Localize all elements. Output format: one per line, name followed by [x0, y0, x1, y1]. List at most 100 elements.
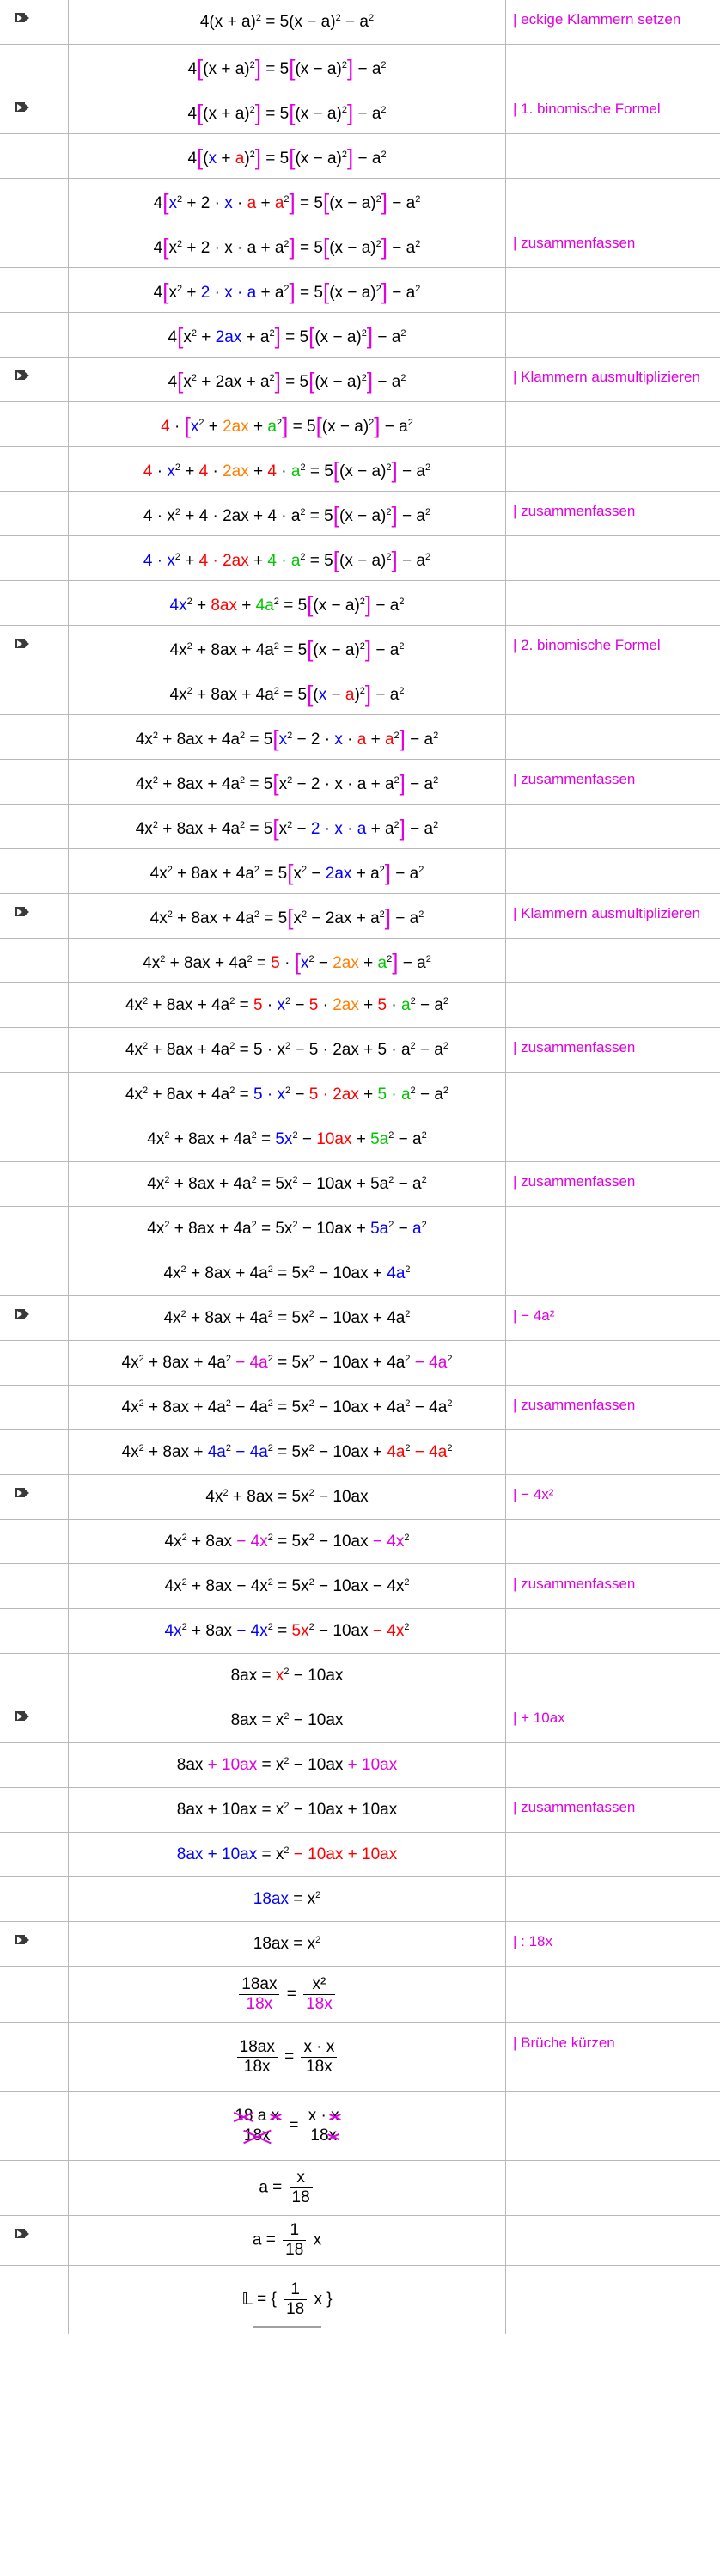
- equation: 18ax 18x = x · x 18x: [235, 2038, 340, 2077]
- term: − 2 ·: [292, 731, 335, 749]
- term: 10ax: [316, 1129, 352, 1148]
- step-row: 8ax + 10ax = x2 − 10ax + 10ax | zusammenf…: [0, 1788, 720, 1833]
- term: a =: [252, 2230, 281, 2249]
- step-row: 18 a x 18x = x · x 18x: [0, 2092, 720, 2161]
- term: x: [277, 995, 285, 1014]
- equation-cell: 4x2 + 8ax − 4x2 = 5x2 − 10ax − 4x2: [69, 1609, 505, 1653]
- term: = 5x: [272, 1353, 309, 1372]
- term: 5x: [291, 1621, 309, 1640]
- button-cell: [0, 1207, 69, 1251]
- denominator: 18x: [308, 2126, 339, 2145]
- bracket: [: [162, 189, 169, 215]
- term: = 5: [278, 597, 308, 615]
- button-cell: [0, 536, 69, 580]
- term: x²: [312, 1975, 326, 1993]
- term: − a: [373, 328, 401, 346]
- step-button[interactable]: [15, 12, 29, 28]
- step-button[interactable]: [15, 638, 29, 653]
- step-button[interactable]: [15, 2228, 29, 2243]
- comment-cell: [505, 1117, 720, 1161]
- term: 4x: [121, 1398, 139, 1416]
- term: −: [314, 954, 333, 972]
- exponent: 2: [400, 328, 406, 339]
- term: + 8ax +: [143, 1442, 208, 1461]
- icon-arrow-tip: [24, 14, 29, 22]
- step-button[interactable]: [15, 1710, 29, 1726]
- equation-cell: 4[(x + a)2] = 5[(x − a)2] − a2: [69, 45, 505, 89]
- equation: 8ax + 10ax = x2 − 10ax + 10ax: [177, 1801, 398, 1820]
- step-button[interactable]: [15, 101, 29, 117]
- comment-cell: [505, 1520, 720, 1563]
- term: a: [384, 731, 394, 749]
- term: = 5x: [256, 1219, 293, 1238]
- step-comment: | zusammenfassen: [513, 503, 636, 519]
- term: =: [235, 995, 253, 1014]
- term: + 10ax: [203, 1755, 258, 1774]
- exponent: 2: [442, 995, 449, 1007]
- term: − a: [415, 1040, 443, 1059]
- button-cell: [0, 1073, 69, 1117]
- step-comment: | − 4a²: [513, 1307, 555, 1324]
- bracket: ]: [274, 368, 281, 394]
- term: − 4x: [232, 1532, 268, 1551]
- bracket: ]: [364, 681, 372, 707]
- equation: 4[(x + a)2] = 5[(x − a)2] − a2: [187, 53, 386, 81]
- comment-cell: | 2. binomische Formel: [505, 626, 720, 670]
- term: 5: [253, 995, 263, 1014]
- term: = 5(x − a): [260, 12, 336, 31]
- term: − 2 · x · a + a: [292, 775, 394, 793]
- term: (x − a): [339, 552, 387, 570]
- comment-cell: | zusammenfassen: [505, 1564, 720, 1608]
- equation-cell: 18ax = x2: [69, 1922, 505, 1966]
- icon-arrow-tip: [24, 103, 29, 112]
- equation: 4x2 + 8ax + 4a2 = 5 · x2 − 5 · 2ax + 5 ·…: [125, 1041, 448, 1060]
- term: = 5x: [272, 1398, 309, 1416]
- step-row: 4x2 + 8ax = 5x2 − 10ax | − 4x²: [0, 1475, 720, 1520]
- comment-cell: | zusammenfassen: [505, 1386, 720, 1429]
- step-button[interactable]: [15, 1934, 29, 1949]
- term: − 10ax + 5a: [297, 1174, 389, 1193]
- button-cell: [0, 0, 69, 44]
- button-cell: [0, 89, 69, 133]
- comment-cell: [505, 805, 720, 848]
- step-arrow-icon: [15, 906, 29, 917]
- bracket: [: [289, 144, 296, 170]
- term: + 8ax + 4a: [165, 954, 247, 972]
- step-row: 4x2 + 8ax + 4a2 = 5 · [x2 − 2ax + a2] − …: [0, 939, 720, 983]
- icon-arrow: [17, 15, 22, 21]
- bracket: [: [289, 55, 296, 81]
- equation-cell: 4x2 + 8ax − 4x2 = 5x2 − 10ax − 4x2: [69, 1564, 505, 1608]
- term: + 8ax + 4a: [192, 686, 274, 704]
- equation-cell: 4x2 + 8ax + 4a2 = 5 · [x2 − 2ax + a2] − …: [69, 939, 505, 982]
- comment-cell: [505, 2266, 720, 2334]
- step-button[interactable]: [15, 1308, 29, 1324]
- term: (x − a): [314, 373, 362, 391]
- term: (x − a): [321, 418, 369, 436]
- icon-arrow: [17, 372, 22, 379]
- term: − 4x: [368, 1532, 405, 1551]
- term: + 8ax + 4a: [172, 909, 254, 927]
- button-cell: [0, 1028, 69, 1072]
- comment-cell: [505, 447, 720, 491]
- equation: 4x2 + 8ax − 4x2 = 5x2 − 10ax − 4x2: [165, 1533, 410, 1551]
- step-button[interactable]: [15, 906, 29, 921]
- term: 2ax: [333, 995, 359, 1014]
- term: x: [334, 731, 343, 749]
- term: − 4x: [372, 1621, 405, 1640]
- comment-cell: [505, 1073, 720, 1117]
- term: +: [358, 995, 378, 1014]
- equation-cell: 4x2 + 8ax − 4x2 = 5x2 − 10ax − 4x2: [69, 1520, 505, 1563]
- comment-cell: | Klammern ausmultiplizieren: [505, 358, 720, 401]
- step-button[interactable]: [15, 370, 29, 385]
- step-row: 4(x + a)2 = 5(x − a)2 − a2 | eckige Klamm…: [0, 0, 720, 45]
- term: + 4 · 2ax + 4 · a: [180, 507, 301, 525]
- step-button[interactable]: [15, 1487, 29, 1502]
- term: +: [196, 328, 216, 346]
- button-cell: [0, 626, 69, 670]
- term: 4x: [125, 1040, 143, 1059]
- exponent: 2: [394, 731, 400, 741]
- button-cell: [0, 134, 69, 178]
- term: −: [292, 820, 311, 838]
- button-cell: [0, 223, 69, 267]
- term: (x − a): [295, 105, 342, 123]
